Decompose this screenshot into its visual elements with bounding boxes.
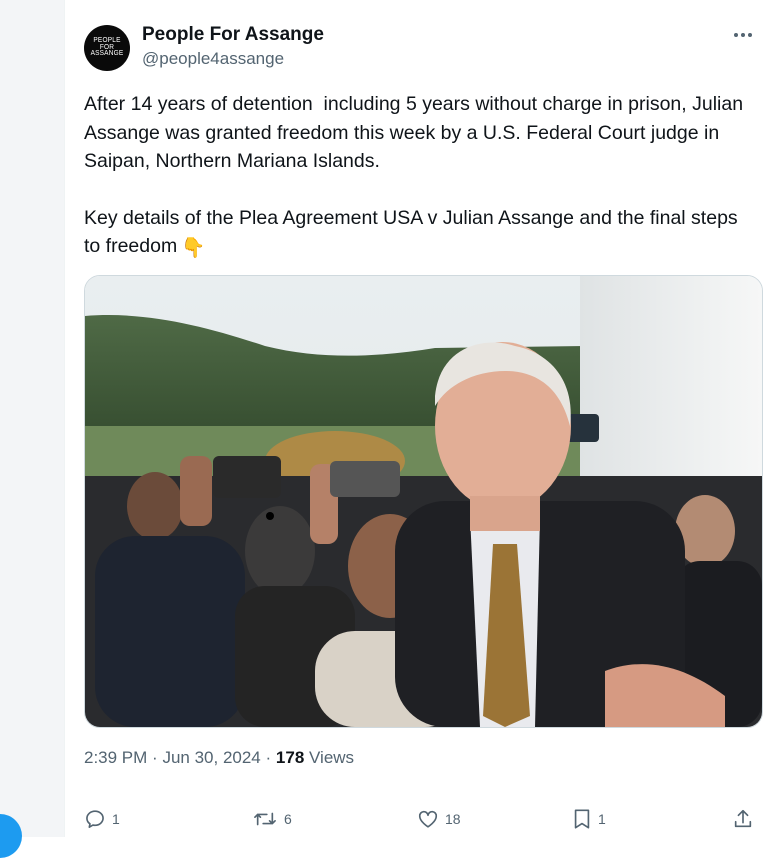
like-button[interactable]: 18: [417, 804, 461, 834]
tweet-photo[interactable]: [84, 275, 763, 728]
tweet-paragraph-2: Key details of the Plea Agreement USA v …: [84, 204, 754, 263]
views-count: 178: [275, 748, 305, 767]
views-label: Views: [309, 748, 355, 767]
tweet-date[interactable]: Jun 30, 2024: [162, 748, 260, 767]
meta-separator-2: ·: [265, 748, 272, 767]
tweet-paragraph-1: After 14 years of detention including 5 …: [84, 93, 748, 172]
share-icon: [734, 809, 752, 828]
more-icon[interactable]: [731, 26, 755, 44]
action-bar: 1 6 18 1: [84, 804, 764, 834]
tweet-text: After 14 years of detention including 5 …: [84, 90, 754, 263]
reply-button[interactable]: 1: [84, 804, 120, 834]
bookmark-count: 1: [598, 811, 606, 827]
left-rail: [0, 0, 64, 837]
like-icon: [418, 810, 438, 828]
photo-illustration: [85, 276, 762, 727]
tweet-meta: 2:39 PM · Jun 30, 2024 · 178 Views: [84, 748, 354, 768]
avatar[interactable]: PEOPLE FOR ASSANGE: [84, 25, 130, 71]
avatar-text-3: ASSANGE: [90, 49, 124, 58]
bookmark-icon: [574, 809, 590, 829]
reply-count: 1: [112, 811, 120, 827]
tweet-card: PEOPLE FOR ASSANGE People For Assange @p…: [65, 0, 768, 837]
repost-icon: [254, 812, 276, 826]
reply-icon: [86, 810, 104, 828]
repost-count: 6: [284, 811, 292, 827]
repost-button[interactable]: 6: [252, 804, 292, 834]
bookmark-button[interactable]: 1: [572, 804, 606, 834]
author-name[interactable]: People For Assange: [142, 24, 324, 46]
tweet-time[interactable]: 2:39 PM: [84, 748, 147, 767]
share-button[interactable]: [732, 804, 754, 834]
like-count: 18: [445, 811, 461, 827]
author-handle[interactable]: @people4assange: [142, 49, 284, 69]
meta-separator-1: ·: [152, 748, 158, 767]
pointing-down-emoji: 👇: [181, 237, 206, 259]
